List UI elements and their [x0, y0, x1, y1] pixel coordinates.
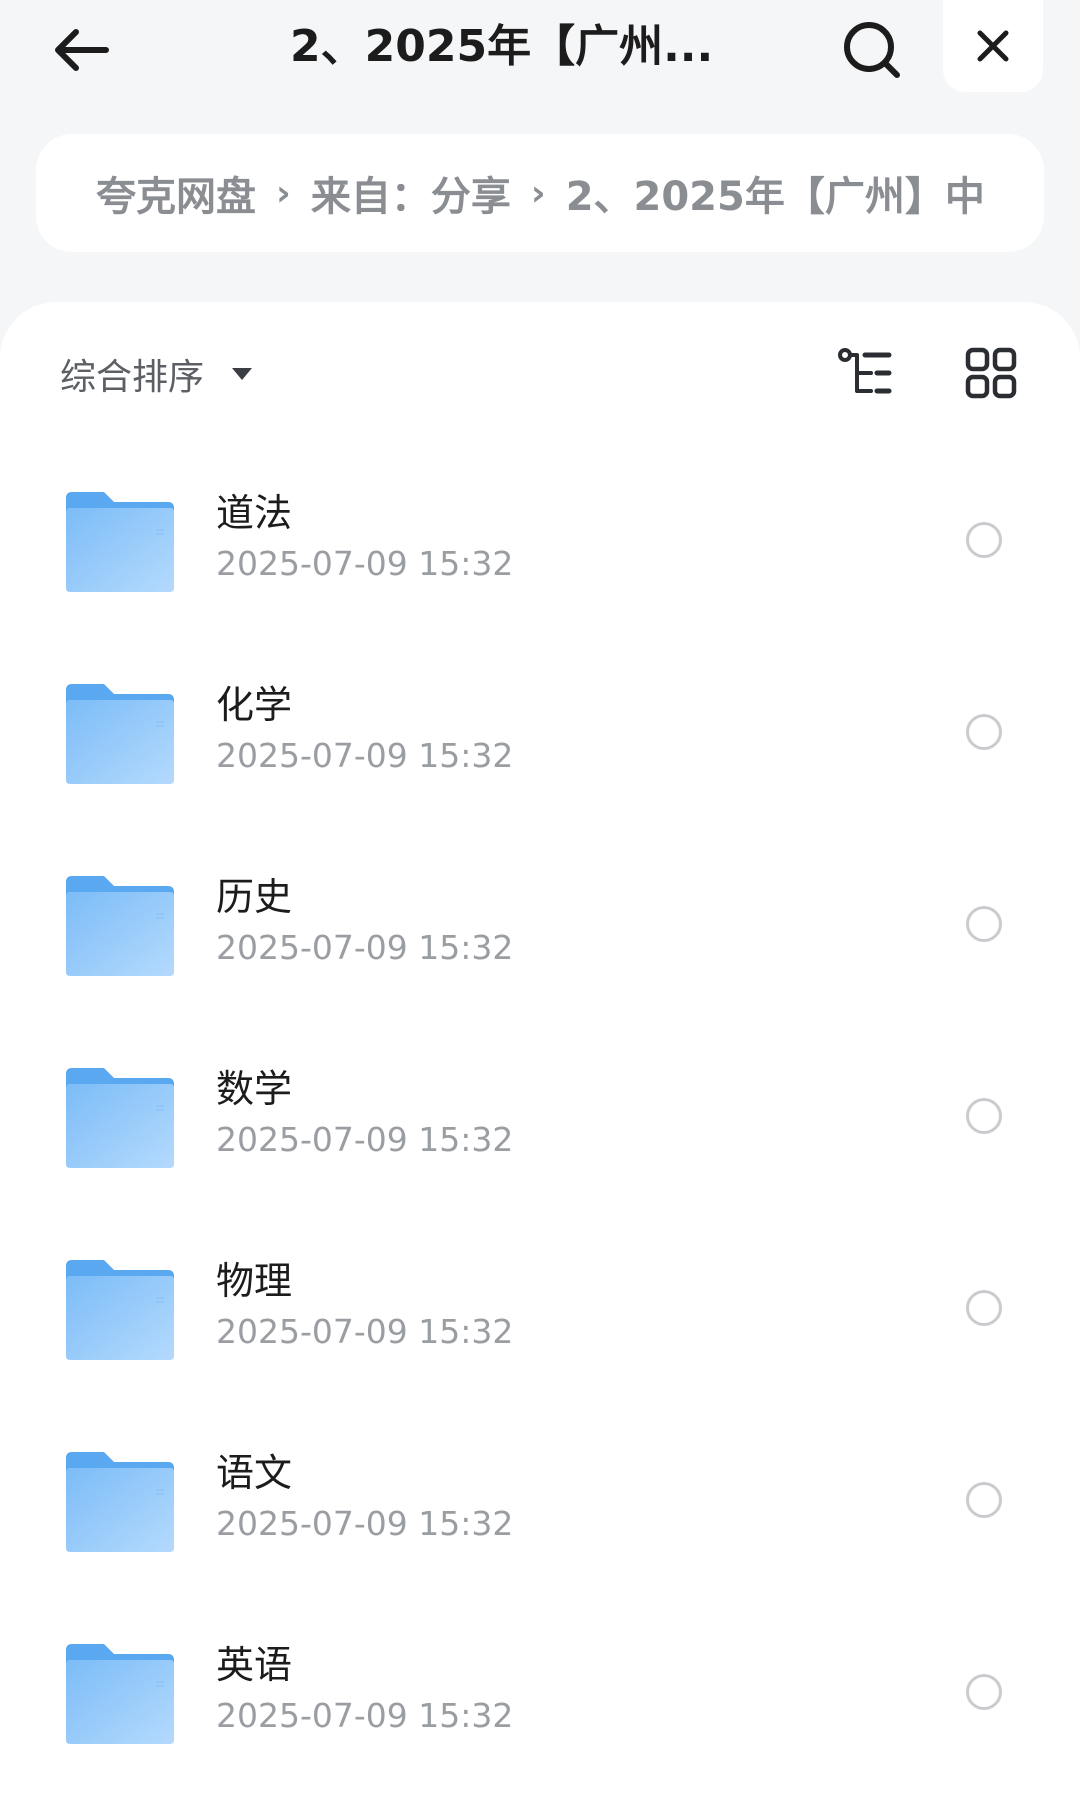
grid-view-icon [965, 347, 1017, 399]
file-date: 2025-07-09 15:32 [216, 736, 514, 775]
file-row[interactable]: 英语 2025-07-09 15:32 [0, 1604, 1080, 1794]
top-bar: 2、2025年【广州... [0, 0, 1080, 110]
sort-label: 综合排序 [60, 357, 205, 398]
file-name: 道法 [216, 491, 293, 535]
file-date: 2025-07-09 15:32 [216, 928, 514, 967]
file-row[interactable]: 语文 2025-07-09 15:32 [0, 1412, 1080, 1604]
select-checkbox[interactable] [966, 522, 1002, 558]
file-name: 数学 [216, 1067, 293, 1111]
file-name: 英语 [216, 1643, 293, 1687]
file-row[interactable]: 数学 2025-07-09 15:32 [0, 1028, 1080, 1220]
back-button[interactable] [40, 10, 120, 90]
file-date: 2025-07-09 15:32 [216, 1504, 514, 1543]
folder-icon [66, 492, 174, 592]
breadcrumb-item-current[interactable]: 2、2025年【广州】中 [566, 164, 985, 222]
file-date: 2025-07-09 15:32 [216, 1312, 514, 1351]
search-icon [844, 22, 900, 78]
search-button[interactable] [830, 8, 914, 92]
app-root: 2、2025年【广州... 夸克网盘 › 来自：分享 › 2、2025年【广州】… [0, 0, 1080, 1794]
select-checkbox[interactable] [966, 1482, 1002, 1518]
breadcrumb: 夸克网盘 › 来自：分享 › 2、2025年【广州】中 [36, 134, 1044, 252]
folder-icon [66, 1260, 174, 1360]
file-name: 物理 [216, 1259, 293, 1303]
folder-icon [66, 1644, 174, 1744]
grid-view-button[interactable] [956, 338, 1026, 408]
close-icon [977, 30, 1009, 62]
file-list: 道法 2025-07-09 15:32 化学 2025-07-09 15:32 [0, 452, 1080, 1794]
close-button[interactable] [943, 0, 1043, 92]
arrow-left-icon [55, 29, 109, 71]
file-date: 2025-07-09 15:32 [216, 1696, 514, 1735]
select-checkbox[interactable] [966, 906, 1002, 942]
file-row[interactable]: 物理 2025-07-09 15:32 [0, 1220, 1080, 1412]
select-checkbox[interactable] [966, 1674, 1002, 1710]
tree-view-icon [838, 348, 892, 394]
breadcrumb-item-share[interactable]: 来自：分享 [311, 164, 511, 222]
page-title: 2、2025年【广州... [290, 21, 714, 72]
select-checkbox[interactable] [966, 1290, 1002, 1326]
file-row[interactable]: 化学 2025-07-09 15:32 [0, 644, 1080, 836]
breadcrumb-separator-icon: › [530, 172, 546, 214]
file-panel: 综合排序 道法 2025-07-09 15:32 化学 2025-07-09 1… [0, 302, 1080, 1794]
file-date: 2025-07-09 15:32 [216, 1120, 514, 1159]
file-name: 语文 [216, 1451, 293, 1495]
select-checkbox[interactable] [966, 1098, 1002, 1134]
breadcrumb-separator-icon: › [276, 172, 291, 214]
file-row[interactable]: 历史 2025-07-09 15:32 [0, 836, 1080, 1028]
folder-icon [66, 1068, 174, 1168]
folder-icon [66, 876, 174, 976]
file-date: 2025-07-09 15:32 [216, 544, 514, 583]
tree-view-button[interactable] [832, 338, 902, 408]
caret-down-icon [232, 368, 253, 380]
folder-icon [66, 1452, 174, 1552]
sort-dropdown[interactable]: 综合排序 [60, 342, 253, 406]
breadcrumb-item-root[interactable]: 夸克网盘 [96, 164, 256, 222]
folder-icon [66, 684, 174, 784]
file-name: 化学 [216, 683, 293, 727]
file-name: 历史 [216, 875, 293, 919]
file-row[interactable]: 道法 2025-07-09 15:32 [0, 452, 1080, 644]
select-checkbox[interactable] [966, 714, 1002, 750]
